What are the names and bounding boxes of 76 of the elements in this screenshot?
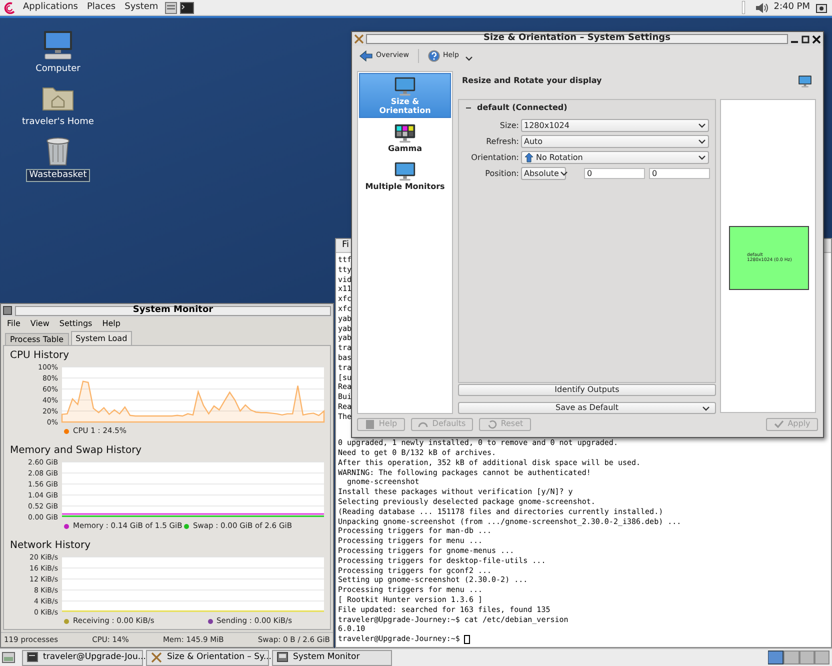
volume-icon[interactable] — [754, 2, 768, 14]
camera-icon[interactable] — [816, 2, 827, 13]
menu-item[interactable]: Help — [102, 318, 120, 330]
caret-icon — [698, 154, 706, 161]
caret-icon — [698, 122, 706, 129]
menu-item[interactable]: View — [30, 318, 50, 330]
taskbar-button[interactable]: Size & Orientation – Sy... — [146, 650, 269, 666]
terminal-icon[interactable] — [180, 2, 194, 14]
page-heading: Resize and Rotate your display — [462, 75, 602, 87]
workspace-switcher[interactable] — [768, 650, 830, 665]
up-arrow-icon — [524, 152, 534, 163]
terminal-icon — [27, 652, 38, 663]
field-label: Size: — [498, 120, 519, 132]
taskbar-button[interactable]: System Monitor — [272, 650, 392, 666]
dropdown[interactable]: No Rotation — [521, 151, 709, 164]
dropdown-value: Absolute — [524, 168, 559, 180]
panel-menu[interactable]: Applications — [19, 0, 82, 14]
caret-icon — [702, 405, 710, 412]
menu-item[interactable]: Settings — [59, 318, 92, 330]
caret-icon[interactable] — [464, 55, 473, 62]
desktop-icon-label[interactable]: traveler's Home — [19, 116, 97, 129]
window-menu-icon[interactable] — [3, 306, 12, 315]
show-desktop-icon[interactable] — [2, 651, 15, 664]
color-monitor-icon — [394, 123, 416, 144]
file-manager-icon[interactable] — [165, 2, 178, 14]
caret-icon — [560, 170, 568, 177]
dropdown[interactable]: Absolute — [521, 167, 566, 180]
field-label: Orientation: — [470, 152, 519, 164]
input-field[interactable]: 0 — [649, 168, 710, 179]
output-name: default (Connected) — [477, 102, 568, 114]
caret-icon — [698, 138, 706, 145]
maximize-icon[interactable] — [801, 34, 810, 44]
panel-handle-icon — [742, 1, 745, 14]
monitor-icon — [277, 652, 288, 663]
monitor-icon — [394, 161, 416, 182]
category-item[interactable]: Gamma — [359, 120, 451, 156]
menu-item[interactable]: File — [7, 318, 20, 330]
swirl-logo-icon[interactable] — [3, 1, 16, 14]
clock[interactable]: 2:40 PM — [774, 0, 810, 14]
category-label: Gamma — [386, 144, 424, 153]
category-label: Size & Orientation — [378, 97, 432, 115]
monitor-icon — [394, 76, 416, 97]
computer-icon[interactable] — [41, 30, 75, 60]
save-as-default-button[interactable]: Save as Default — [458, 402, 716, 414]
menu-item[interactable]: Fi — [342, 238, 350, 252]
checkmark-icon — [774, 419, 784, 429]
category-item[interactable]: Multiple Monitors — [359, 158, 451, 194]
tab[interactable]: System Load — [70, 331, 132, 345]
window-title: Size & Orientation – System Settings — [484, 32, 670, 46]
window-title: System Monitor — [132, 304, 214, 317]
text-cursor — [464, 634, 470, 644]
identify-outputs-button[interactable]: Identify Outputs — [458, 384, 716, 396]
dropdown[interactable]: 1280x1024 — [521, 119, 709, 132]
panel-menu[interactable]: Places — [82, 0, 120, 14]
dropdown-value: 1280x1024 — [524, 120, 570, 132]
dropdown[interactable]: Auto — [521, 135, 709, 148]
tools-icon[interactable] — [354, 34, 364, 44]
input-field[interactable]: 0 — [584, 168, 645, 179]
section-heading: Network History — [9, 539, 91, 552]
desktop-icon-label[interactable]: Wastebasket — [26, 169, 90, 182]
undo-icon — [486, 419, 497, 429]
field-label: Position: — [484, 168, 519, 180]
close-icon[interactable] — [812, 34, 821, 44]
monitor-icon — [798, 74, 812, 88]
desktop-icon-label[interactable]: Computer — [32, 63, 84, 76]
panel-menu[interactable]: System — [120, 0, 162, 14]
tools-icon — [151, 652, 162, 663]
field-label: Refresh: — [485, 136, 519, 148]
taskbar-button[interactable]: traveler@Upgrade-Jou... — [22, 650, 143, 666]
section-heading: Memory and Swap History — [9, 444, 142, 457]
dropdown-value: Auto — [524, 136, 544, 148]
section-heading: CPU History — [9, 349, 70, 362]
back-arrow-icon — [359, 50, 373, 62]
tab[interactable]: Process Table — [5, 333, 69, 345]
dropdown-value: No Rotation — [536, 152, 584, 164]
category-label: Multiple Monitors — [365, 182, 445, 191]
